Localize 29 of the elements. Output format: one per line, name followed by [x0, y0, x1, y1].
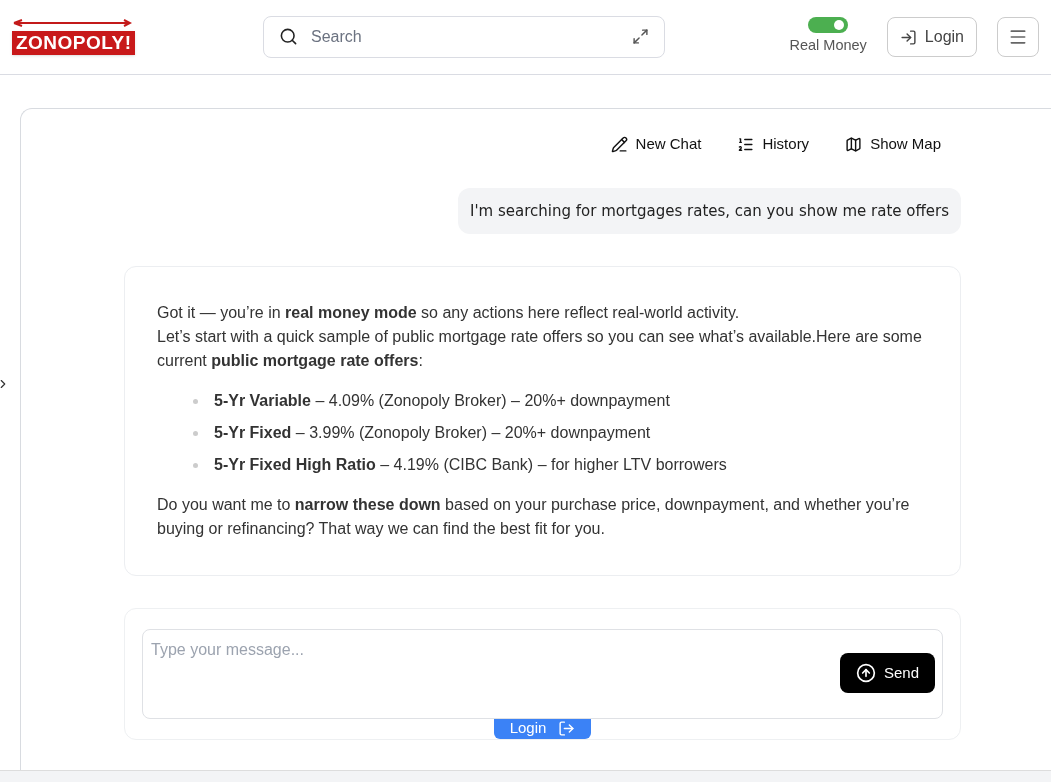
- menu-button[interactable]: [997, 17, 1039, 57]
- login-icon: [899, 28, 917, 46]
- logout-icon: [558, 719, 576, 737]
- message-paragraph: Let’s start with a quick sample of public mortgage rate offers so you can see what’s available.Here are some current public mortgage rate offers:: [157, 327, 923, 371]
- list-icon: [737, 135, 755, 153]
- login-button[interactable]: Login: [493, 717, 592, 739]
- map-icon: [845, 135, 863, 153]
- rate-offer: 5-Yr Fixed – 3.99% (Zonopoly Broker) – 20%+ downpayment: [214, 423, 651, 443]
- user-message: I'm searching for mortgages rates, can you show me rate offers: [458, 187, 961, 234]
- rate-offer: 5-Yr Fixed High Ratio – 4.19% (CIBC Bank) – for higher LTV borrowers: [214, 455, 727, 475]
- toolbar-button[interactable]: New Chat: [610, 133, 702, 156]
- login-button[interactable]: Login: [886, 17, 977, 57]
- pencil-icon: [610, 135, 628, 153]
- logo[interactable]: ZONOPOLY!: [12, 19, 137, 55]
- rate-offer: 5-Yr Variable – 4.09% (Zonopoly Broker) – 20%+ downpayment: [214, 391, 670, 411]
- real-money-toggle[interactable]: [808, 17, 849, 34]
- arrow-icon: [12, 19, 132, 27]
- toggle-label: Real Money: [789, 36, 867, 56]
- toolbar-button[interactable]: Show Map: [845, 133, 941, 156]
- search-icon: [279, 27, 298, 46]
- message-paragraph: Got it — you’re in real money mode so any actions here reflect real-world activity.: [157, 303, 741, 323]
- search-field[interactable]: Search: [263, 16, 665, 58]
- arrow-up-icon: [855, 663, 876, 683]
- expand-icon[interactable]: [632, 28, 649, 45]
- logo-text: ZONOPOLY!: [12, 31, 136, 55]
- send-button[interactable]: Send: [839, 653, 935, 693]
- message-paragraph: Do you want me to narrow these down based on your purchase price, downpayment, and whether you’re buying or refinancing? That way we can find the best fit for you.: [157, 495, 911, 539]
- toolbar-button[interactable]: History: [737, 133, 810, 156]
- menu-icon: [1008, 27, 1028, 47]
